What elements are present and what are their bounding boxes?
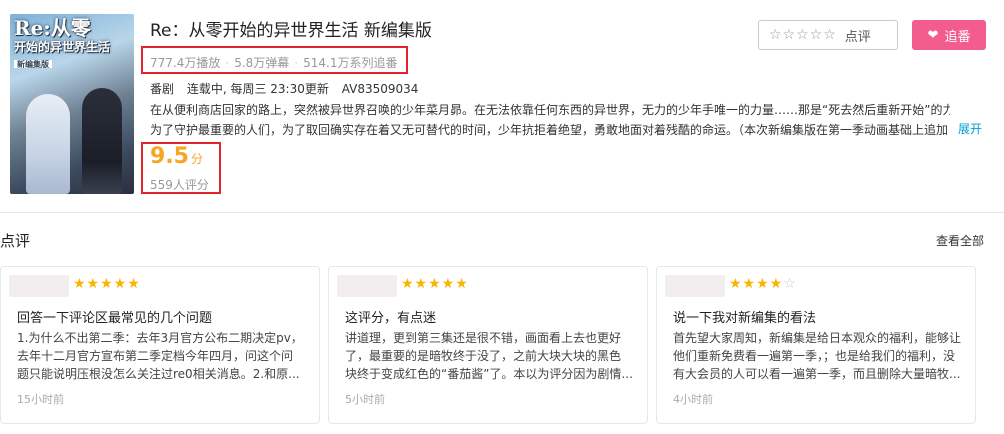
filled-stars-icon: ★★★★ (729, 276, 784, 292)
review-body-line: 块终于变成红色的“番茄酱”了。本以为评分因为剧情... (345, 367, 633, 381)
stats-row: 777.4万播放 · 5.8万弹幕 · 514.1万系列追番 (150, 54, 397, 71)
review-time: 5小时前 (345, 393, 385, 406)
cover-logo-line2: 开始的异世界生活 (14, 40, 111, 54)
cover-logo: Re:从零 开始的异世界生活 新编集版 (14, 18, 130, 70)
rating-stars-icon: ☆☆☆☆☆ (769, 27, 837, 43)
review-time: 15小时前 (17, 393, 64, 406)
description: 在从便利商店回家的路上，突然被异世界召唤的少年菜月昴。在无法依靠任何东西的异世界… (150, 100, 950, 140)
review-body: 讲道理，更到第三集还是很不错，画面看上去也更好 了，最重要的是暗牧终于没了，之前… (345, 329, 635, 383)
review-body-line: 他们重新免费看一遍第一季，；也是给我们的福利，没 (673, 349, 956, 363)
separator-dot: · (225, 56, 230, 70)
view-all-link[interactable]: 查看全部 (936, 232, 984, 249)
review-card[interactable]: ★★★★☆ 说一下我对新编集的看法 首先望大家周知，新编集是给日本观众的福利，能… (656, 266, 976, 424)
review-body-line: 有大会员的人可以看一遍第一季，而且删除大量暗牧... (673, 367, 961, 381)
meta-row: 番剧 连载中, 每周三 23:30更新 AV83509034 (150, 80, 427, 97)
cover-character-right (82, 88, 122, 194)
review-stars: ★★★★★ (401, 276, 469, 292)
filled-stars-icon: ★★★★★ (401, 276, 469, 292)
description-line: 为了守护最重要的人们，为了取回确实存在着又无可替代的时间，少年抗拒着绝望，勇敢地… (150, 123, 949, 137)
cover-image[interactable]: Re:从零 开始的异世界生活 新编集版 (10, 14, 134, 194)
heart-icon: ❤ (927, 27, 939, 43)
section-divider (0, 212, 1004, 213)
media-type[interactable]: 番剧 (150, 82, 174, 96)
reviewer-avatar[interactable] (9, 275, 69, 297)
review-body-line: 题只能说明压根没怎么关注过re0相关消息。2.和原... (17, 367, 300, 381)
play-count: 777.4万播放 (150, 56, 221, 70)
review-stars: ★★★★★ (73, 276, 141, 292)
review-title[interactable]: 说一下我对新编集的看法 (673, 307, 816, 326)
expand-link[interactable]: 展开 (958, 120, 982, 137)
score: 9.5 分 (150, 144, 203, 169)
review-body: 1.为什么不出第二季：去年3月官方公布二期决定pv， 去年十二月官方宣布第二季定… (17, 329, 307, 383)
follow-button[interactable]: ❤ 追番 (912, 20, 986, 50)
filled-stars-icon: ★★★★★ (73, 276, 141, 292)
review-time: 4小时前 (673, 393, 713, 406)
review-stars: ★★★★☆ (729, 276, 797, 292)
review-body-line: 讲道理，更到第三集还是很不错，画面看上去也更好 (345, 331, 622, 345)
review-body-line: 1.为什么不出第二季：去年3月官方公布二期决定pv， (17, 331, 303, 345)
separator-dot: · (294, 56, 299, 70)
reviews-section-title: 点评 (0, 232, 31, 250)
review-body-line: 了，最重要的是暗牧终于没了，之前大块大块的黑色 (345, 349, 622, 363)
description-line: 在从便利商店回家的路上，突然被异世界召唤的少年菜月昴。在无法依靠任何东西的异世界… (150, 103, 950, 117)
cover-logo-line1: Re:从零 (14, 16, 91, 40)
reviewer-avatar[interactable] (665, 275, 725, 297)
av-id: AV83509034 (341, 82, 419, 96)
rate-button-label: 点评 (844, 29, 871, 45)
review-card[interactable]: ★★★★★ 回答一下评论区最常见的几个问题 1.为什么不出第二季：去年3月官方公… (0, 266, 320, 424)
rate-button[interactable]: ☆☆☆☆☆ 点评 (758, 20, 898, 50)
empty-stars-icon: ☆ (783, 276, 797, 292)
review-title[interactable]: 回答一下评论区最常见的几个问题 (17, 307, 212, 326)
cover-character-left (26, 94, 70, 194)
airing-status: 连载中, 每周三 23:30更新 (186, 82, 329, 96)
follow-count: 514.1万系列追番 (303, 56, 398, 70)
page-title: Re：从零开始的异世界生活 新编集版 (150, 21, 432, 41)
rating-count: 559人评分 (150, 178, 209, 192)
review-body-line: 首先望大家周知，新编集是给日本观众的福利，能够让 (673, 331, 962, 345)
danmaku-count: 5.8万弹幕 (234, 56, 290, 70)
review-body-line: 去年十二月官方宣布第二季定档今年四月，问这个问 (17, 349, 294, 363)
cover-logo-line3: 新编集版 (14, 59, 52, 68)
review-card[interactable]: ★★★★★ 这评分，有点迷 讲道理，更到第三集还是很不错，画面看上去也更好 了，… (328, 266, 648, 424)
review-title[interactable]: 这评分，有点迷 (345, 307, 436, 326)
reviewer-avatar[interactable] (337, 275, 397, 297)
score-unit: 分 (190, 152, 203, 166)
score-value: 9.5 (150, 144, 189, 169)
review-body: 首先望大家周知，新编集是给日本观众的福利，能够让 他们重新免费看一遍第一季，；也… (673, 329, 963, 383)
follow-button-label: 追番 (944, 29, 971, 45)
